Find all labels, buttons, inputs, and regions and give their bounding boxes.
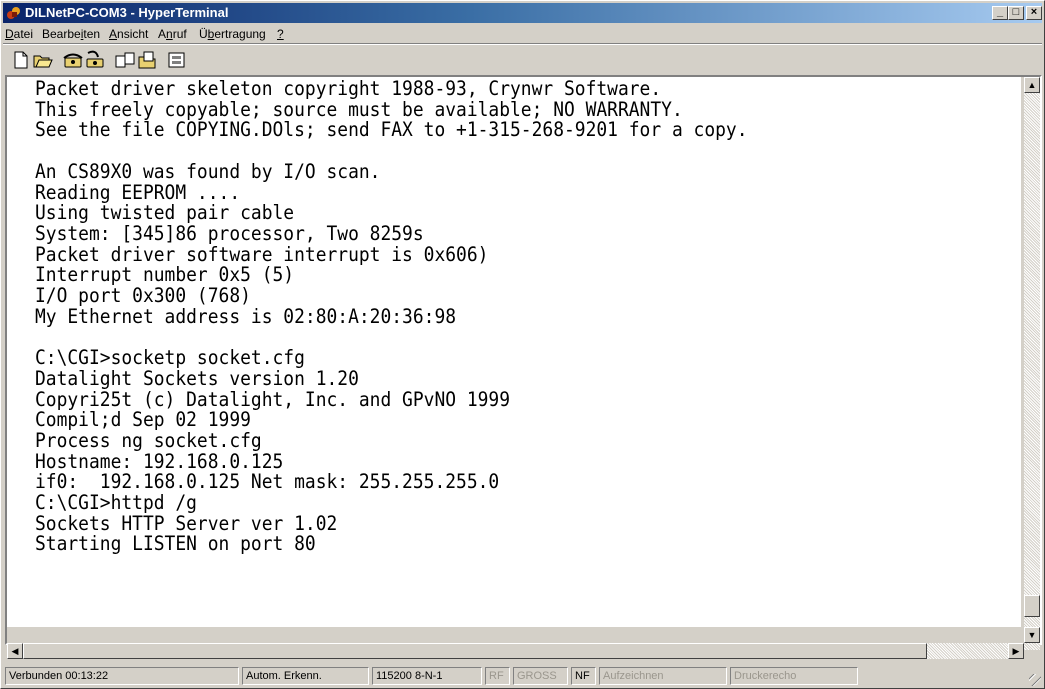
terminal-line: An CS89X0 was found by I/O scan. xyxy=(35,159,381,183)
open-icon[interactable] xyxy=(32,50,54,70)
horizontal-scroll-thumb[interactable] xyxy=(23,643,927,659)
terminal-line: Using twisted pair cable xyxy=(35,201,295,225)
terminal-line: System: [345]86 processor, Two 8259s xyxy=(35,221,424,245)
terminal-line: Sockets HTTP Server ver 1.02 xyxy=(35,511,338,535)
menu-help[interactable]: ? xyxy=(277,27,284,41)
call-icon[interactable] xyxy=(62,50,84,70)
terminal-line: Packet driver software interrupt is 0x60… xyxy=(35,242,489,266)
status-caps-lock: GROSS xyxy=(513,667,568,685)
menu-anruf[interactable]: Anruf xyxy=(158,27,187,41)
terminal-line: C:\CGI>socketp socket.cfg xyxy=(35,346,305,370)
terminal-screen[interactable]: Packet driver skeleton copyright 1988-93… xyxy=(7,77,1021,627)
menu-ansicht[interactable]: Ansicht xyxy=(109,27,148,41)
properties-icon[interactable] xyxy=(166,50,188,70)
maximize-button[interactable]: □ xyxy=(1008,6,1024,20)
hyperterminal-icon xyxy=(7,7,20,19)
status-bar: Verbunden 00:13:22 Autom. Erkenn. 115200… xyxy=(3,665,1042,687)
close-button[interactable]: × xyxy=(1026,6,1042,20)
status-port-settings: 115200 8-N-1 xyxy=(372,667,482,685)
terminal-line: Process ng socket.cfg xyxy=(35,428,262,452)
minimize-button[interactable]: _ xyxy=(992,6,1008,20)
terminal-line: I/O port 0x300 (768) xyxy=(35,284,251,307)
status-auto-detect: Autom. Erkenn. xyxy=(242,667,369,685)
status-scroll-lock: RF xyxy=(485,667,510,685)
resize-grip[interactable] xyxy=(1029,674,1041,686)
terminal-line: Compil;d Sep 02 1999 xyxy=(35,408,251,432)
menu-bearbeiten[interactable]: Bearbeiten xyxy=(42,27,100,41)
scroll-down-button[interactable]: ▼ xyxy=(1024,627,1040,643)
terminal-line: Interrupt number 0x5 (5) xyxy=(35,263,295,287)
terminal-line: Hostname: 192.168.0.125 xyxy=(35,449,284,473)
terminal-line: C:\CGI>httpd /g xyxy=(35,491,197,514)
hyperterminal-window: DILNetPC-COM3 - HyperTerminal _ □ × Date… xyxy=(0,0,1045,689)
terminal-line: See the file COPYING.DOls; send FAX to +… xyxy=(35,118,748,142)
terminal-line: if0: 192.168.0.125 Net mask: 255.255.255… xyxy=(35,470,500,494)
terminal-line: Starting LISTEN on port 80 xyxy=(35,532,316,556)
vertical-scroll-thumb[interactable] xyxy=(1024,595,1040,617)
vertical-scrollbar[interactable]: ▲ ▼ xyxy=(1024,77,1040,650)
menu-separator xyxy=(3,43,1042,45)
new-icon[interactable] xyxy=(10,50,32,70)
scroll-up-button[interactable]: ▲ xyxy=(1024,77,1040,93)
status-num-lock: NF xyxy=(571,667,596,685)
terminal-line: Packet driver skeleton copyright 1988-93… xyxy=(35,77,662,100)
send-icon[interactable] xyxy=(114,50,136,70)
scroll-left-button[interactable]: ◀ xyxy=(7,643,23,659)
status-print-echo: Druckerecho xyxy=(730,667,858,685)
disconnect-icon[interactable] xyxy=(84,50,106,70)
menu-bar: Datei Bearbeiten Ansicht Anruf Übertragu… xyxy=(3,24,1042,43)
receive-icon[interactable] xyxy=(136,50,158,70)
menu-datei[interactable]: Datei xyxy=(5,27,33,41)
scroll-right-button[interactable]: ▶ xyxy=(1008,643,1024,659)
terminal-line: Copyri25t (c) Datalight, Inc. and GPvNO … xyxy=(35,387,511,411)
window-title: DILNetPC-COM3 - HyperTerminal xyxy=(25,5,229,20)
menu-uebertragung[interactable]: Übertragung xyxy=(199,27,266,41)
terminal-line: My Ethernet address is 02:80:A:20:36:98 xyxy=(35,304,457,328)
horizontal-scrollbar[interactable]: ◀ ▶ xyxy=(7,643,1024,659)
toolbar xyxy=(5,46,1040,72)
terminal-line: Reading EEPROM .... xyxy=(35,180,241,204)
terminal-line: This freely copyable; source must be ava… xyxy=(35,97,683,121)
terminal-line: Datalight Sockets version 1.20 xyxy=(35,366,359,390)
status-capture: Aufzeichnen xyxy=(599,667,727,685)
title-bar[interactable]: DILNetPC-COM3 - HyperTerminal _ □ × xyxy=(3,3,1042,23)
status-connection-time: Verbunden 00:13:22 xyxy=(5,667,239,685)
